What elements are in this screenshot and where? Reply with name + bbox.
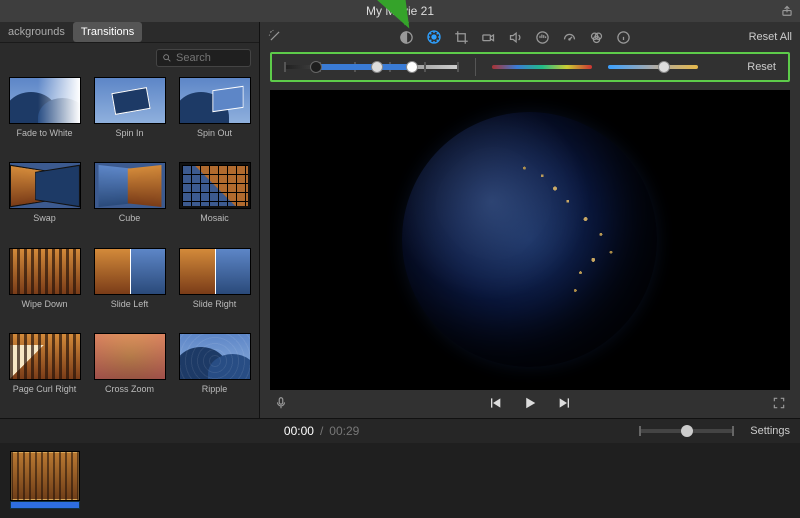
earth-image xyxy=(402,112,657,367)
timeline-clip[interactable] xyxy=(10,451,80,501)
transition-ripple[interactable]: Ripple xyxy=(176,333,253,408)
timeline-track[interactable] xyxy=(0,443,800,518)
transition-spin-out[interactable]: Spin Out xyxy=(176,77,253,152)
transition-slide-left[interactable]: Slide Left xyxy=(91,248,168,323)
timeline: 00:00 / 00:29 Settings xyxy=(0,418,800,518)
search-icon xyxy=(162,53,172,63)
transport-bar xyxy=(260,390,800,418)
share-icon[interactable] xyxy=(780,3,794,20)
transition-wipe-down[interactable]: Wipe Down xyxy=(6,248,83,323)
shadows-knob[interactable] xyxy=(310,61,322,73)
play-button[interactable] xyxy=(521,394,539,415)
settings-button[interactable]: Settings xyxy=(750,425,790,437)
transitions-grid: Fade to White Spin In Spin Out Swap Cube… xyxy=(0,73,259,418)
volume-icon[interactable] xyxy=(508,30,523,45)
noise-reduction-icon[interactable] xyxy=(535,30,550,45)
search-field[interactable] xyxy=(176,52,236,64)
color-balance-icon[interactable] xyxy=(399,30,414,45)
preview-pane: Reset All Reset xyxy=(260,22,800,418)
tab-transitions[interactable]: Transitions xyxy=(73,22,142,42)
zoom-slider[interactable] xyxy=(639,429,734,433)
preview-toolbar: Reset All xyxy=(260,22,800,52)
transition-spin-in[interactable]: Spin In xyxy=(91,77,168,152)
timeline-clip-audio[interactable] xyxy=(10,501,80,509)
stabilization-icon[interactable] xyxy=(481,30,496,45)
titlebar: My Movie 21 xyxy=(0,0,800,22)
midtones-knob[interactable] xyxy=(371,61,383,73)
video-preview[interactable] xyxy=(270,90,790,390)
next-button[interactable] xyxy=(557,395,573,414)
speed-icon[interactable] xyxy=(562,30,577,45)
color-correction-icon[interactable] xyxy=(426,29,442,45)
temperature-slider[interactable] xyxy=(608,65,698,69)
magic-wand-icon[interactable] xyxy=(268,29,282,46)
zoom-knob[interactable] xyxy=(681,425,693,437)
transition-slide-right[interactable]: Slide Right xyxy=(176,248,253,323)
transition-fade-to-white[interactable]: Fade to White xyxy=(6,77,83,152)
crop-icon[interactable] xyxy=(454,30,469,45)
filters-icon[interactable] xyxy=(589,30,604,45)
search-input[interactable] xyxy=(156,49,251,67)
project-title: My Movie 21 xyxy=(366,4,434,18)
reset-all-button[interactable]: Reset All xyxy=(749,31,792,43)
cc-reset-button[interactable]: Reset xyxy=(747,61,776,73)
timecode-current: 00:00 xyxy=(284,424,314,438)
timecode-duration: 00:29 xyxy=(329,424,359,438)
transition-cube[interactable]: Cube xyxy=(91,162,168,237)
exposure-slider[interactable] xyxy=(284,65,459,69)
separator xyxy=(475,58,476,76)
fullscreen-icon[interactable] xyxy=(772,396,786,413)
temperature-knob[interactable] xyxy=(658,61,670,73)
highlights-knob[interactable] xyxy=(406,61,418,73)
sidebar: ackgrounds Transitions Fade to White Spi… xyxy=(0,22,260,418)
transition-mosaic[interactable]: Mosaic xyxy=(176,162,253,237)
color-correction-bar: Reset xyxy=(270,52,790,82)
transition-swap[interactable]: Swap xyxy=(6,162,83,237)
saturation-slider[interactable] xyxy=(492,65,592,69)
info-icon[interactable] xyxy=(616,30,631,45)
microphone-icon[interactable] xyxy=(274,396,288,413)
transition-cross-zoom[interactable]: Cross Zoom xyxy=(91,333,168,408)
tab-backgrounds[interactable]: ackgrounds xyxy=(0,22,73,42)
timecode-separator: / xyxy=(320,424,323,438)
transition-page-curl-right[interactable]: Page Curl Right xyxy=(6,333,83,408)
prev-button[interactable] xyxy=(487,395,503,414)
